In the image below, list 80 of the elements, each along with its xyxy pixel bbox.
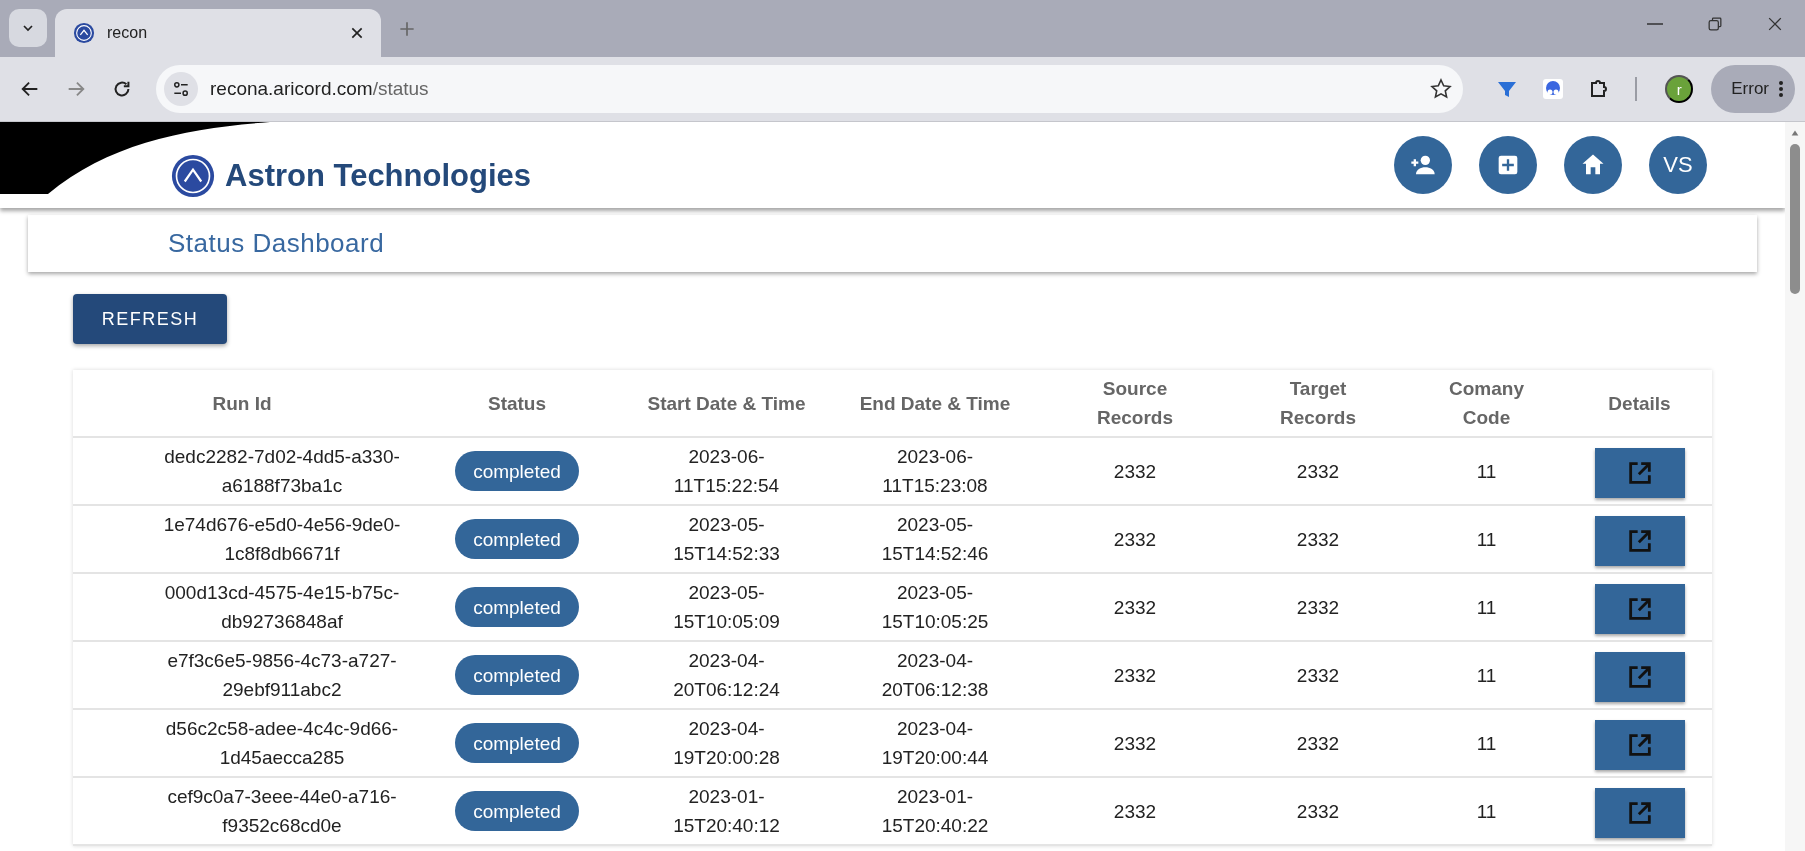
table-cell: 2332	[1040, 778, 1230, 846]
details-button[interactable]	[1594, 584, 1685, 634]
browser-tab[interactable]: recon	[55, 9, 381, 57]
table-cell: e7f3c6e5-9856-4c73-a727-29ebf911abc2	[73, 642, 411, 710]
url-text: recona.aricord.com/status	[210, 78, 430, 100]
table-cell: 2023-06-11T15:22:54	[623, 438, 830, 506]
table-cell: 2332	[1040, 506, 1230, 574]
table-cell: 2023-04-19T20:00:44	[830, 710, 1040, 778]
column-header: Run Id	[73, 370, 411, 438]
column-header: Comany Code	[1406, 370, 1567, 438]
site-settings-button[interactable]	[164, 72, 198, 106]
scrollbar-thumb[interactable]	[1790, 144, 1800, 294]
status-badge: completed	[455, 723, 579, 763]
details-button[interactable]	[1594, 652, 1685, 702]
status-badge: completed	[455, 791, 579, 831]
table-cell: 2023-05-15T10:05:25	[830, 574, 1040, 642]
table-cell: 2023-04-20T06:12:24	[623, 642, 830, 710]
table-cell: 2023-04-19T20:00:28	[623, 710, 830, 778]
column-header: Target Records	[1230, 370, 1406, 438]
table-cell: 2023-05-15T14:52:46	[830, 506, 1040, 574]
table-cell: 2332	[1040, 574, 1230, 642]
table-cell: 11	[1406, 778, 1567, 846]
error-button[interactable]: Error	[1711, 65, 1795, 113]
plus-icon	[397, 19, 417, 39]
table-cell: 2332	[1230, 574, 1406, 642]
table-cell: 2023-04-20T06:12:38	[830, 642, 1040, 710]
up-arrow-icon	[1790, 128, 1800, 138]
table-cell: 1e74d676-e5d0-4e56-9de0-1c8f8db6671f	[73, 506, 411, 574]
table-cell: 11	[1406, 506, 1567, 574]
column-header: Status	[411, 370, 623, 438]
table-cell: cef9c0a7-3eee-44e0-a716-f9352c68cd0e	[73, 778, 411, 846]
refresh-button[interactable]: REFRESH	[73, 294, 227, 344]
table-cell: 2023-06-11T15:23:08	[830, 438, 1040, 506]
logo-icon	[171, 154, 215, 198]
table-cell: 11	[1406, 642, 1567, 710]
table-cell: 2332	[1230, 710, 1406, 778]
header-icon-button[interactable]	[1564, 136, 1622, 194]
details-button[interactable]	[1594, 516, 1685, 566]
table-cell: 2023-01-15T20:40:12	[623, 778, 830, 846]
table-cell: 2332	[1040, 710, 1230, 778]
status-badge: completed	[455, 451, 579, 491]
more-icon	[1779, 81, 1783, 97]
app-title: Astron Technologies	[225, 158, 531, 194]
table-cell: 11	[1406, 710, 1567, 778]
details-button[interactable]	[1594, 720, 1685, 770]
details-button[interactable]	[1594, 448, 1685, 498]
page-title: Status Dashboard	[28, 215, 1757, 272]
table-cell: 2332	[1040, 642, 1230, 710]
star-icon[interactable]	[1429, 77, 1454, 101]
table-cell: 2332	[1040, 438, 1230, 506]
table-cell: 000d13cd-4575-4e15-b75c-db92736848af	[73, 574, 411, 642]
column-header: Details	[1567, 370, 1712, 438]
table-cell: d56c2c58-adee-4c4c-9d66-1d45aecca285	[73, 710, 411, 778]
column-header: End Date & Time	[830, 370, 1040, 438]
details-button[interactable]	[1594, 788, 1685, 838]
address-bar[interactable]: recona.aricord.com/status	[156, 65, 1464, 113]
close-icon[interactable]	[349, 25, 365, 41]
table-cell: 2332	[1230, 438, 1406, 506]
table-cell: dedc2282-7d02-4dd5-a330-a6188f73ba1c	[73, 438, 411, 506]
favicon-icon	[73, 22, 95, 44]
column-header: Source Records	[1040, 370, 1230, 438]
table-cell: 2332	[1230, 506, 1406, 574]
table-cell: 2332	[1230, 778, 1406, 846]
table-cell: 2023-05-15T14:52:33	[623, 506, 830, 574]
table-cell: 11	[1406, 438, 1567, 506]
column-header: Start Date & Time	[623, 370, 830, 438]
status-badge: completed	[455, 587, 579, 627]
table-cell: 2023-01-15T20:40:22	[830, 778, 1040, 846]
table-cell: 2023-05-15T10:05:09	[623, 574, 830, 642]
scrollbar[interactable]	[1785, 122, 1805, 851]
user-avatar[interactable]: VS	[1649, 136, 1707, 194]
table-cell: 2332	[1230, 642, 1406, 710]
extension-badge-icon	[1541, 77, 1566, 101]
table-cell: 11	[1406, 574, 1567, 642]
header-icon-button[interactable]	[1479, 136, 1537, 194]
status-badge: completed	[455, 519, 579, 559]
status-badge: completed	[455, 655, 579, 695]
sliders-icon	[171, 79, 191, 99]
header-icon-button[interactable]	[1394, 136, 1452, 194]
minimize-icon	[1647, 23, 1663, 25]
